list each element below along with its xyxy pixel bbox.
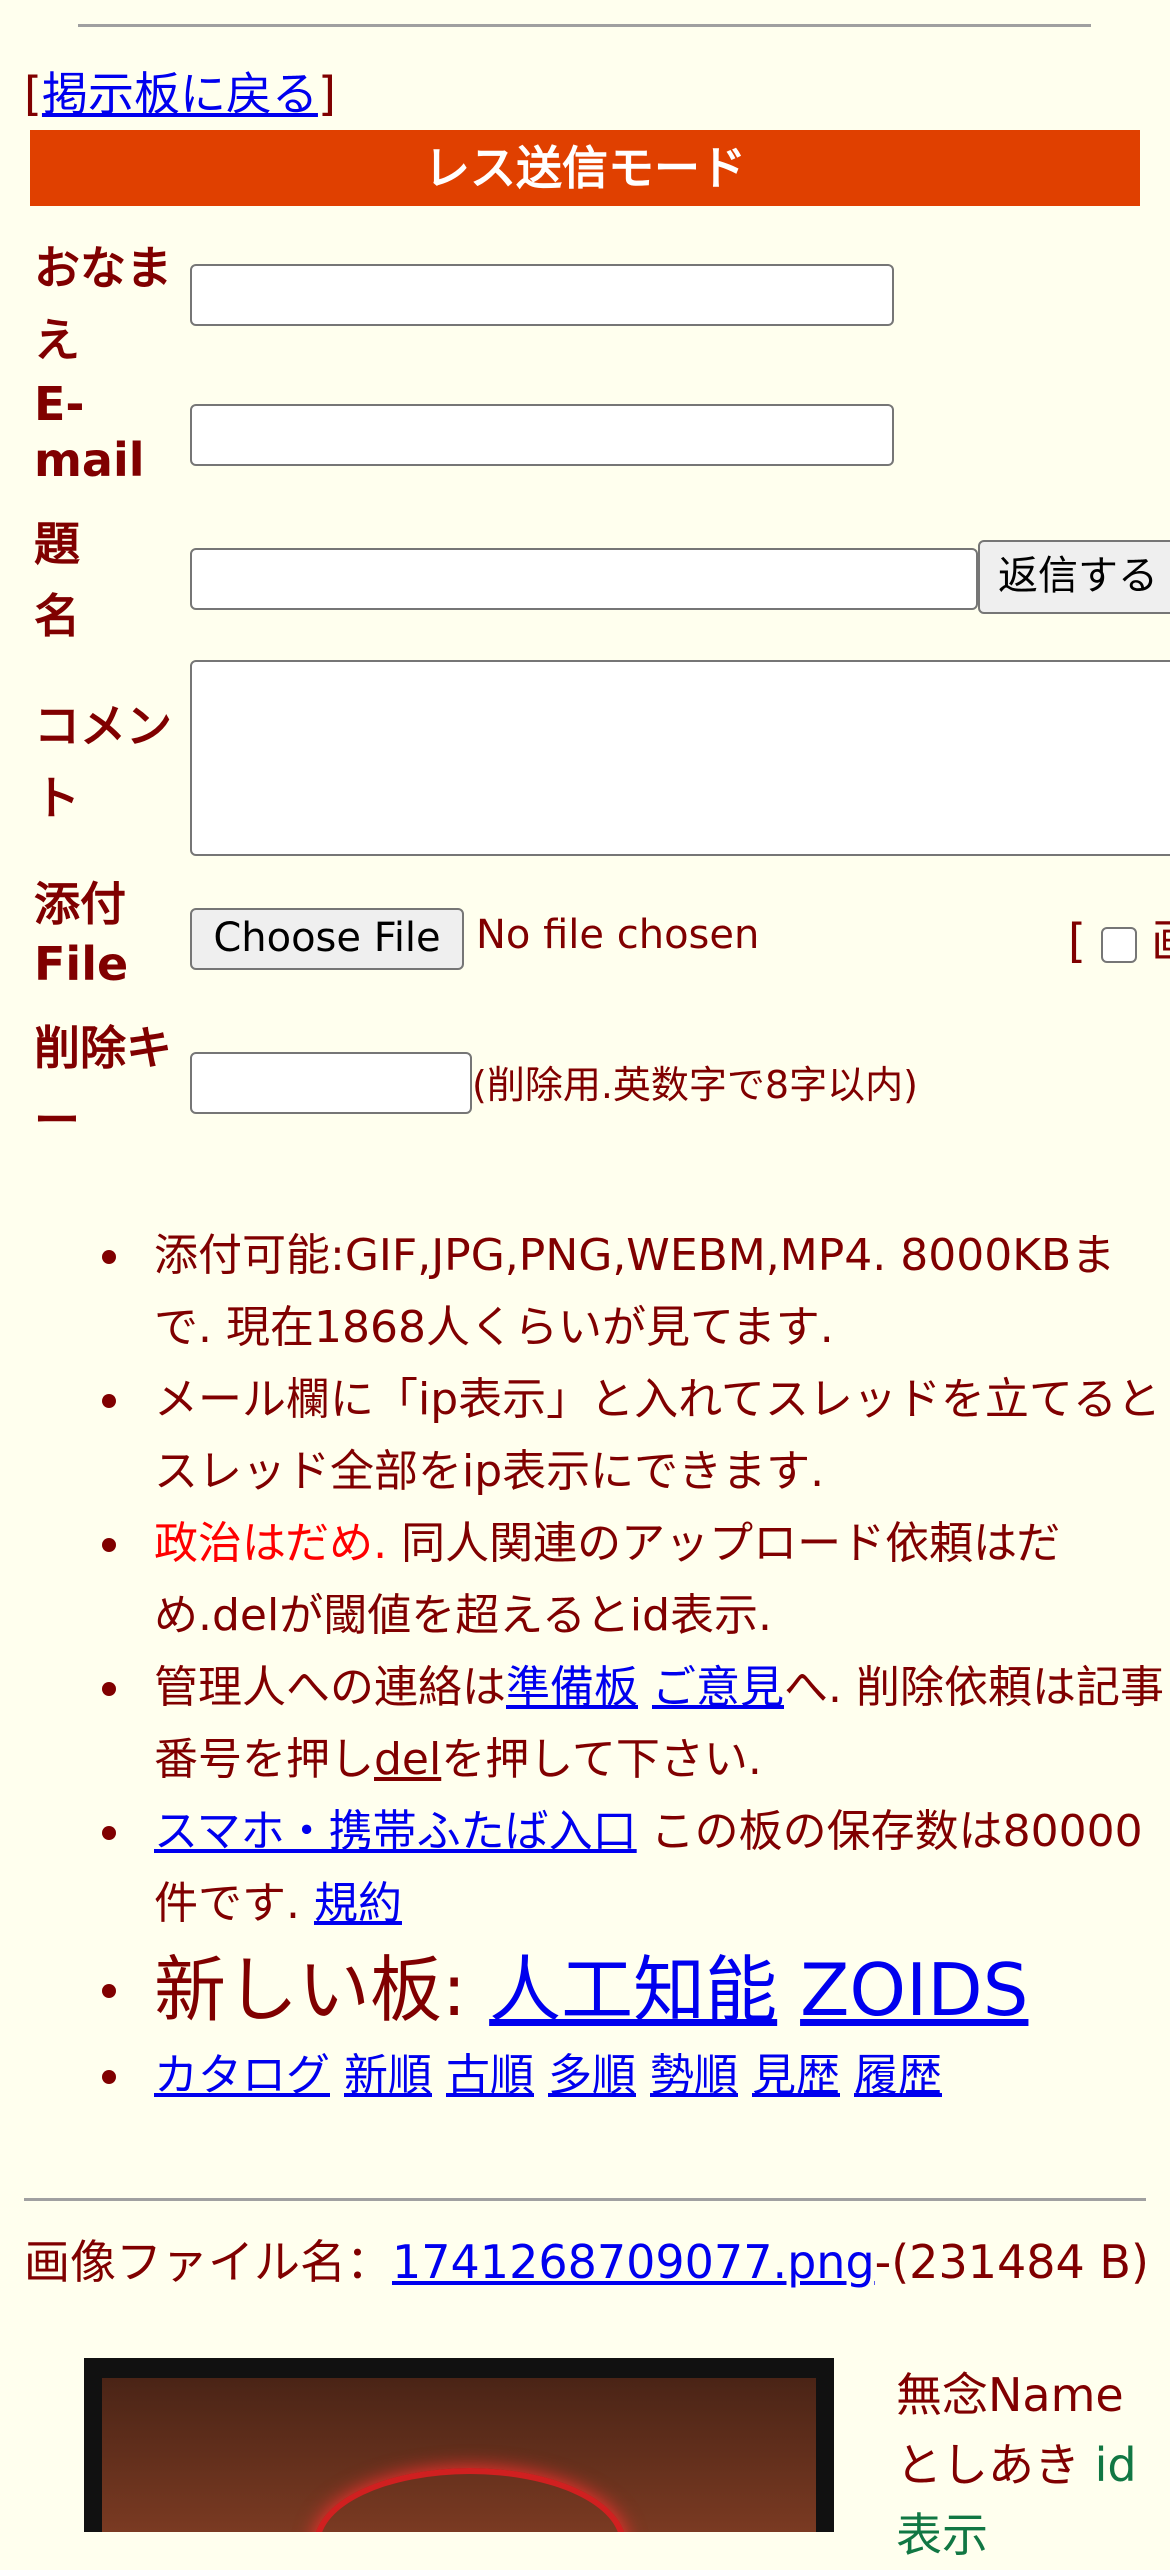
subject-input[interactable]	[190, 548, 978, 610]
choose-file-button[interactable]: Choose File	[190, 908, 464, 970]
post-name: 無念Name	[896, 2368, 1124, 2422]
info-item-ip: メール欄に「ip表示」と入れてスレッドを立てるとスレッド全部をip表示にできます…	[102, 1364, 1170, 1508]
contact-text-a: 管理人への連絡は	[154, 1662, 506, 1713]
post-meta: 無念Name としあき id 表示	[896, 2360, 1137, 2570]
post-poster-row: としあき id	[896, 2430, 1137, 2500]
back-bracket-open: [	[24, 67, 42, 121]
file-label: 画像ファイル名：	[24, 2235, 392, 2289]
id-label-2: 表示	[896, 2508, 988, 2562]
reply-mode-header: レス送信モード	[30, 130, 1140, 206]
sort-old-link[interactable]: 古順	[446, 2050, 534, 2101]
file-size: -(231484 B)	[874, 2235, 1149, 2289]
thread-divider	[24, 2198, 1146, 2201]
zoids-board-link[interactable]: ZOIDS	[800, 1948, 1028, 2032]
image-option-label: 画	[1151, 914, 1170, 968]
top-divider	[78, 24, 1091, 27]
terms-link[interactable]: 規約	[314, 1878, 402, 1929]
email-input[interactable]	[190, 404, 894, 466]
del-link[interactable]: del	[374, 1734, 441, 1785]
info-item-attachments: 添付可能:GIF,JPG,PNG,WEBM,MP4. 8000KBまで. 現在1…	[102, 1220, 1170, 1364]
comment-label: コメント	[34, 699, 172, 825]
back-to-board-link[interactable]: 掲示板に戻る	[42, 67, 318, 121]
feedback-link[interactable]: ご意見	[652, 1662, 784, 1713]
image-option-bracket: [	[1068, 914, 1086, 968]
file-name-link[interactable]: 1741268709077.png	[392, 2235, 875, 2289]
ai-board-link[interactable]: 人工知能	[489, 1948, 777, 2032]
name-input[interactable]	[190, 264, 894, 326]
politics-warning: 政治はだめ.	[154, 1518, 388, 1569]
image-option: [ 画	[1068, 905, 1170, 971]
board-info-list: 添付可能:GIF,JPG,PNG,WEBM,MP4. 8000KBまで. 現在1…	[0, 1220, 1170, 2112]
delete-key-note: (削除用.英数字で8字以内)	[472, 1063, 918, 1107]
subject-label: 題名	[34, 517, 80, 643]
sort-many-link[interactable]: 多順	[548, 2050, 636, 2101]
history-link[interactable]: 履歴	[854, 2050, 942, 2101]
comment-textarea[interactable]	[190, 660, 1170, 856]
catalog-link[interactable]: カタログ	[154, 2050, 330, 2101]
delete-key-label: 削除キー	[34, 1021, 172, 1147]
contact-text-c: を押して下さい.	[441, 1734, 762, 1785]
info-item-contact: 管理人への連絡は準備板 ご意見へ. 削除依頼は記事番号を押しdelを押して下さい…	[102, 1652, 1170, 1796]
thread-image-thumbnail[interactable]	[84, 2358, 834, 2532]
info-item-sort-links: カタログ 新順 古順 多順 勢順 見歴 履歴	[102, 2040, 1170, 2112]
id-label: id	[1094, 2438, 1137, 2492]
email-label: E-mail	[34, 377, 145, 487]
view-history-link[interactable]: 見歴	[752, 2050, 840, 2101]
sort-new-link[interactable]: 新順	[344, 2050, 432, 2101]
contact-space	[638, 1662, 652, 1713]
mobile-entrance-link[interactable]: スマホ・携帯ふたば入口	[154, 1806, 637, 1857]
back-bracket-close: ]	[317, 67, 336, 121]
reply-submit-button[interactable]: 返信する	[978, 540, 1170, 614]
back-link-wrapper: [掲示板に戻る]	[24, 58, 336, 124]
sort-momentum-link[interactable]: 勢順	[650, 2050, 738, 2101]
image-checkbox[interactable]	[1100, 926, 1137, 963]
info-item-rules: 政治はだめ. 同人関連のアップロード依頼はだめ.delが閾値を超えるとid表示.	[102, 1508, 1170, 1652]
delete-key-input[interactable]	[190, 1052, 472, 1114]
info-item-new-boards: 新しい板: 人工知能 ZOIDS	[102, 1940, 1170, 2040]
no-file-chosen-text: No file chosen	[476, 912, 760, 958]
attach-label: 添付File	[34, 877, 129, 991]
file-info: 画像ファイル名：1741268709077.png-(231484 B)	[24, 2232, 1164, 2292]
poster-name: としあき	[896, 2438, 1080, 2492]
name-label: おなまえ	[34, 241, 172, 367]
info-item-mobile: スマホ・携帯ふたば入口 この板の保存数は80000件です. 規約	[102, 1796, 1170, 1940]
new-boards-label: 新しい板:	[154, 1948, 490, 2032]
prep-board-link[interactable]: 準備板	[506, 1662, 638, 1713]
